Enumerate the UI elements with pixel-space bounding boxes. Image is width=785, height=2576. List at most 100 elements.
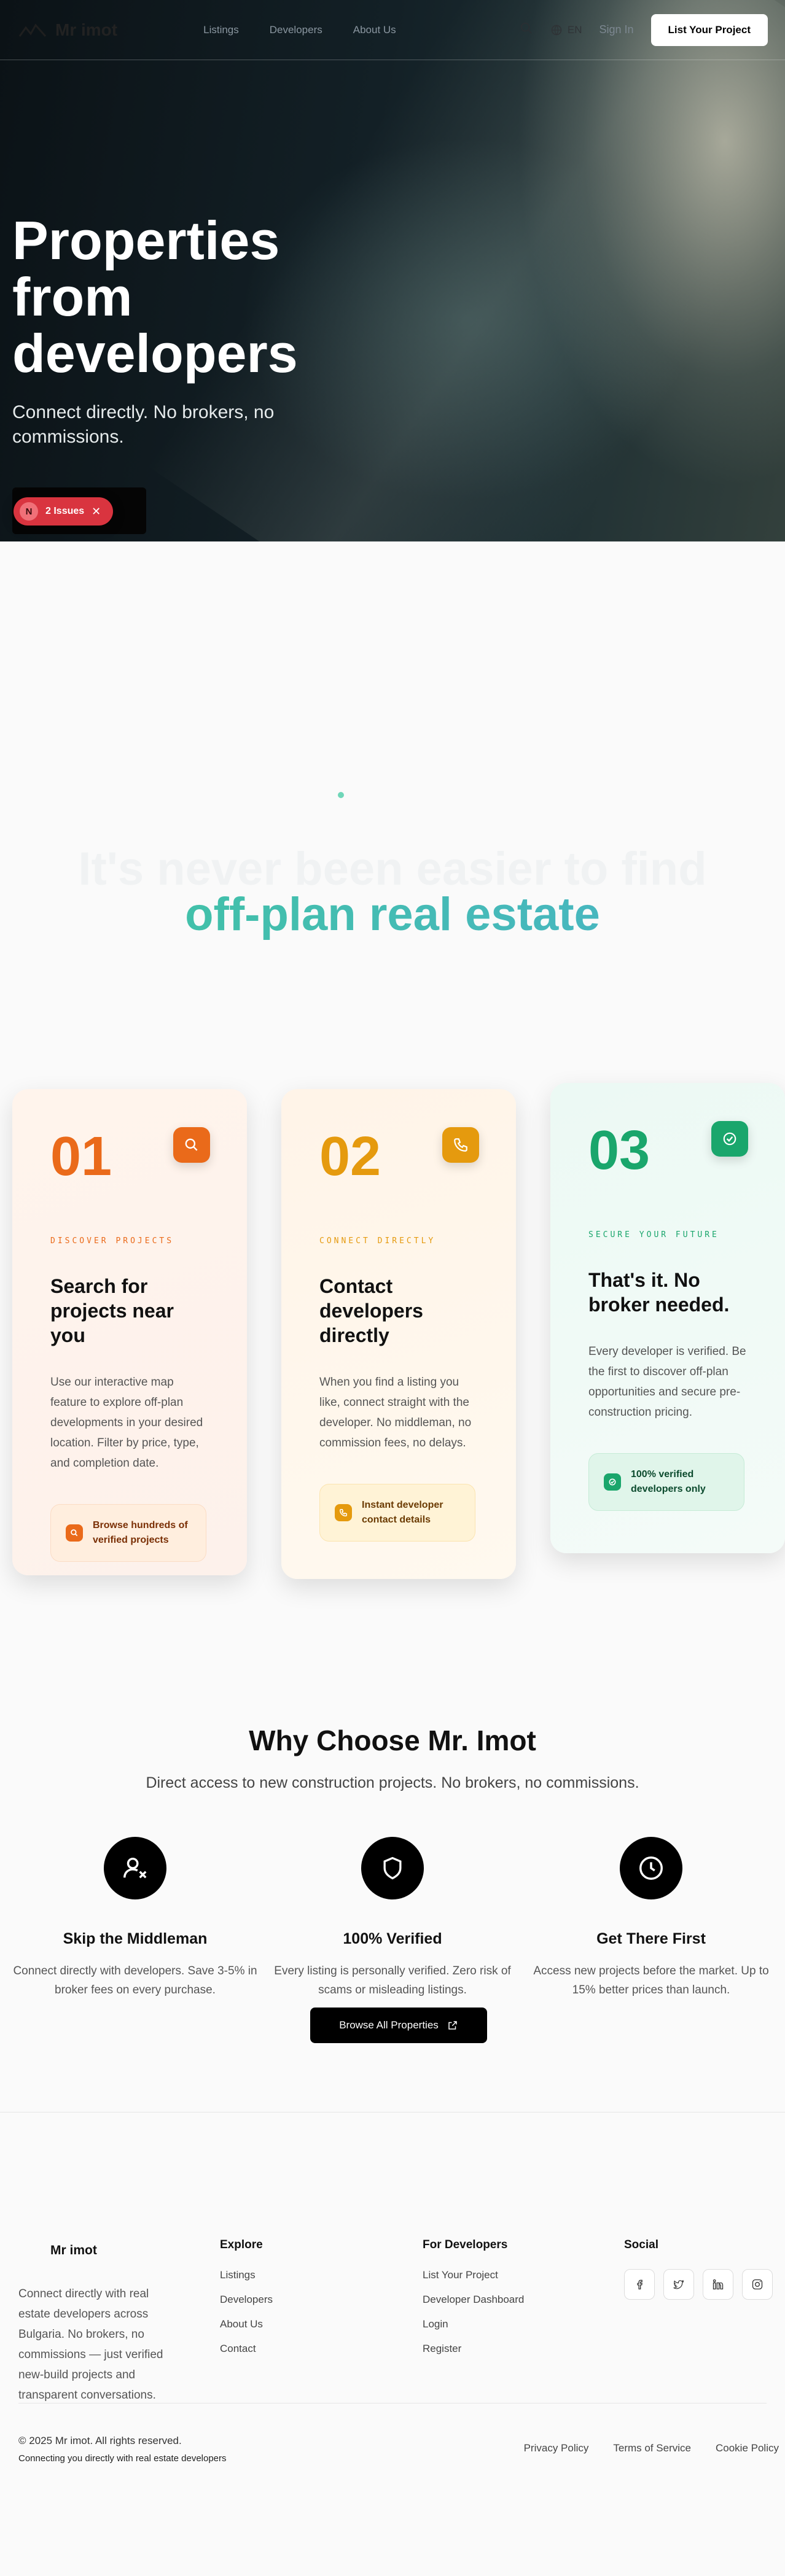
step-text: Use our interactive map feature to explo…	[50, 1376, 203, 1470]
check-badge-icon	[604, 1473, 621, 1491]
step-chip-label: Instant developer contact details	[362, 1500, 443, 1525]
footer-developers: For Developers List Your Project Develop…	[423, 2238, 524, 2367]
external-link-icon	[448, 2021, 457, 2030]
step-chip: Instant developer contact details	[319, 1484, 475, 1542]
nav-link-about[interactable]: About Us	[353, 24, 396, 36]
feature-get-there-first: Get There First Access new projects befo…	[522, 1837, 780, 2000]
step-chip-label: 100% verified developers only	[631, 1469, 706, 1494]
footer-social: Social	[624, 2238, 773, 2300]
logo-icon	[17, 21, 48, 39]
logo[interactable]: Mr imot	[17, 20, 117, 40]
step-kicker: CONNECT DIRECTLY	[319, 1236, 436, 1246]
feature-text: Access new projects before the market. U…	[533, 1965, 769, 1996]
instagram-icon[interactable]	[742, 2269, 773, 2300]
nav-link-listings[interactable]: Listings	[203, 24, 239, 36]
footer-link-developers[interactable]: Developers	[220, 2294, 273, 2306]
sign-in-link[interactable]: Sign In	[599, 23, 633, 36]
clock-icon	[620, 1837, 682, 1899]
feature-title: 100% Verified	[343, 1930, 442, 1947]
feature-skip-middleman: Skip the Middleman Connect directly with…	[6, 1837, 264, 2000]
feature-verified: 100% Verified Every listing is personall…	[264, 1837, 521, 2000]
logo-icon	[20, 2245, 41, 2256]
step-chip: Browse hundreds of verified projects	[50, 1504, 206, 1562]
footer-link-login[interactable]: Login	[423, 2318, 524, 2330]
search-icon	[173, 1127, 210, 1163]
footer-about: Connect directly with real estate develo…	[18, 2287, 163, 2402]
feature-title: Get There First	[596, 1930, 706, 1947]
copyright: © 2025 Mr imot. All rights reserved.	[18, 2435, 182, 2446]
hero-subtitle: Connect directly. No brokers, no commiss…	[12, 402, 275, 447]
browse-all-button[interactable]: Browse All Properties	[310, 2008, 487, 2043]
footer-link-about[interactable]: About Us	[220, 2318, 273, 2330]
hero-section: Mr imot Listings Developers About Us EN …	[0, 0, 785, 541]
intro-section: It's never been easier to find off-plan …	[0, 541, 785, 1074]
step-card-2: 02 CONNECT DIRECTLY Contact developers d…	[281, 1089, 516, 1579]
hero-title: Properties from developers	[12, 210, 298, 384]
why-section: Why Choose Mr. Imot Direct access to new…	[0, 1719, 785, 2204]
feature-title: Skip the Middleman	[63, 1930, 208, 1947]
step-kicker: DISCOVER PROJECTS	[50, 1236, 174, 1246]
footer-logo[interactable]: Mr imot	[18, 2243, 172, 2258]
issues-label: 2 Issues	[45, 506, 85, 516]
why-lead: Direct access to new construction projec…	[146, 1774, 639, 1791]
step-card-1: 01 DISCOVER PROJECTS Search for projects…	[12, 1089, 247, 1575]
top-nav: Mr imot Listings Developers About Us EN …	[0, 0, 785, 60]
terms-link[interactable]: Terms of Service	[613, 2442, 691, 2454]
steps-section: 01 DISCOVER PROJECTS Search for projects…	[0, 1074, 785, 1719]
step-text: Every developer is verified. Be the firs…	[588, 1345, 746, 1419]
user-x-icon	[104, 1837, 166, 1899]
issues-badge[interactable]: N 2 Issues ✕	[14, 497, 113, 526]
feature-text: Every listing is personally verified. Ze…	[274, 1965, 511, 1996]
nav-right: EN Sign In List Your Project	[520, 14, 768, 46]
globe-icon	[551, 25, 562, 35]
list-project-button[interactable]: List Your Project	[650, 14, 768, 46]
nav-link-developers[interactable]: Developers	[270, 24, 322, 36]
nav-links: Listings Developers About Us	[203, 24, 396, 36]
twitter-icon[interactable]	[663, 2269, 694, 2300]
logo-text: Mr imot	[55, 20, 118, 39]
step-title: That's it. No broker needed.	[588, 1269, 730, 1316]
footer: Mr imot Connect directly with real estat…	[0, 2204, 785, 2576]
status-dot	[338, 792, 344, 798]
next-logo-icon: N	[20, 502, 38, 521]
phone-icon	[442, 1127, 479, 1163]
shield-icon	[361, 1837, 424, 1899]
footer-tagline: Connecting you directly with real estate…	[18, 2453, 227, 2464]
phone-icon	[335, 1504, 352, 1521]
why-title: Why Choose Mr. Imot	[249, 1724, 536, 1756]
intro-badge	[338, 792, 344, 798]
browse-label: Browse All Properties	[339, 2019, 439, 2031]
step-title: Search for projects near you	[50, 1275, 174, 1346]
step-chip: 100% verified developers only	[588, 1453, 744, 1511]
step-title: Contact developers directly	[319, 1275, 423, 1346]
privacy-policy-link[interactable]: Privacy Policy	[524, 2442, 589, 2454]
step-kicker: SECURE YOUR FUTURE	[588, 1230, 719, 1240]
step-card-3: 03 SECURE YOUR FUTURE That's it. No brok…	[550, 1083, 785, 1553]
footer-link-list-project[interactable]: List Your Project	[423, 2269, 524, 2281]
language-switcher[interactable]: EN	[550, 24, 582, 36]
footer-link-register[interactable]: Register	[423, 2343, 524, 2355]
footer-explore: Explore Listings Developers About Us Con…	[220, 2238, 273, 2367]
step-chip-label: Browse hundreds of verified projects	[93, 1520, 188, 1545]
social-links	[624, 2269, 773, 2300]
linkedin-icon[interactable]	[703, 2269, 733, 2300]
footer-link-listings[interactable]: Listings	[220, 2269, 273, 2281]
footer-link-contact[interactable]: Contact	[220, 2343, 273, 2355]
language-label: EN	[567, 23, 582, 36]
footer-heading: Social	[624, 2238, 658, 2251]
facebook-icon[interactable]	[624, 2269, 655, 2300]
feature-text: Connect directly with developers. Save 3…	[13, 1965, 257, 1996]
footer-brand-name: Mr imot	[50, 2243, 97, 2257]
search-icon	[66, 1524, 83, 1542]
footer-heading: Explore	[220, 2238, 263, 2251]
legal-links: Privacy Policy Terms of Service Cookie P…	[524, 2442, 779, 2454]
close-icon[interactable]: ✕	[92, 505, 101, 518]
footer-link-dashboard[interactable]: Developer Dashboard	[423, 2294, 524, 2306]
intro-title-accent: off-plan real estate	[0, 888, 785, 941]
cookie-policy-link[interactable]: Cookie Policy	[716, 2442, 779, 2454]
search-icon[interactable]	[520, 21, 533, 39]
step-text: When you find a listing you like, connec…	[319, 1376, 472, 1449]
check-badge-icon	[711, 1121, 748, 1157]
footer-heading: For Developers	[423, 2238, 508, 2251]
footer-brand: Mr imot Connect directly with real estat…	[18, 2238, 172, 2405]
